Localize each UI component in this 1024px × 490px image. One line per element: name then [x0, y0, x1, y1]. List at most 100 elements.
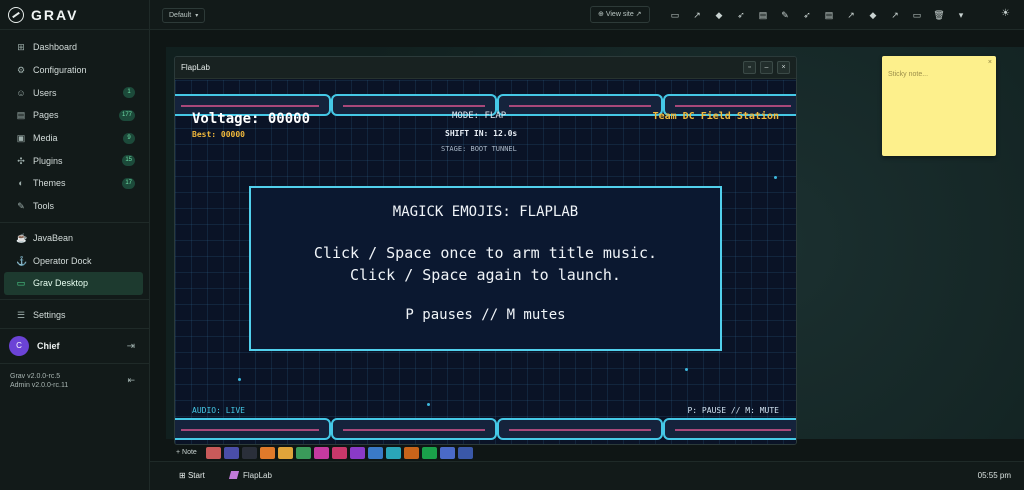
- logo-text: GRAV: [31, 6, 79, 23]
- version-info: Grav v2.0.0-rc.5 Admin v2.0.0-rc.11 ⇤: [0, 364, 149, 398]
- tunnel-bottom: [175, 418, 796, 440]
- desktop-icon: ▭: [16, 278, 26, 289]
- particle: [685, 368, 688, 371]
- monitor-icon[interactable]: ▭: [910, 8, 924, 22]
- tunnel-segment: [663, 418, 796, 440]
- settings-icon: ☰: [16, 309, 26, 320]
- best-score: Best: 00000: [192, 130, 245, 139]
- sidebar-item-dashboard[interactable]: ⊞ Dashboard: [4, 36, 143, 59]
- dialog-line-2: Click / Space again to launch.: [350, 266, 621, 284]
- color-swatch[interactable]: [277, 446, 293, 459]
- server-icon[interactable]: ▤: [756, 8, 770, 22]
- rocket-icon[interactable]: ➶: [734, 8, 748, 22]
- stage-label: STAGE: BOOT TUNNEL: [441, 145, 517, 153]
- environment-select[interactable]: Default ▾: [162, 8, 206, 23]
- color-swatch[interactable]: [313, 446, 329, 459]
- pages-icon: ▤: [16, 110, 26, 121]
- trash-icon[interactable]: 🗑: [932, 8, 946, 22]
- theme-toggle-icon[interactable]: ☀: [1001, 8, 1010, 19]
- sidebar-item-settings[interactable]: ☰ Settings: [4, 304, 143, 327]
- wrench-icon: ✎: [17, 201, 25, 212]
- sidebar-item-javabean[interactable]: ☕ JavaBean: [4, 227, 143, 250]
- chevron-down-icon: ▾: [195, 13, 199, 19]
- sticky-note-text[interactable]: Sticky note...: [888, 71, 928, 78]
- external-link-icon[interactable]: ↗: [844, 8, 858, 22]
- color-swatch[interactable]: [259, 446, 275, 459]
- restore-button[interactable]: ▫: [743, 61, 756, 74]
- color-swatch[interactable]: [367, 446, 383, 459]
- logo[interactable]: GRAV: [0, 0, 149, 30]
- color-swatch[interactable]: [331, 446, 347, 459]
- title-dialog[interactable]: MAGICK EMOJIS: FLAPLAB Click / Space onc…: [249, 186, 722, 351]
- close-icon[interactable]: ×: [988, 59, 992, 66]
- color-swatch[interactable]: [295, 446, 311, 459]
- view-site-button[interactable]: ⊕ View site ↗: [590, 6, 650, 23]
- game-canvas[interactable]: Voltage: 00000 Best: 00000 MODE: FLAP Te…: [175, 80, 796, 444]
- minimize-button[interactable]: –: [760, 61, 773, 74]
- external-link-icon[interactable]: ↗: [690, 8, 704, 22]
- sidebar-item-media[interactable]: ▣ Media 9: [4, 127, 143, 150]
- themes-count-badge: 17: [122, 178, 135, 190]
- monitor-icon[interactable]: ▭: [668, 8, 682, 22]
- window-titlebar[interactable]: FlapLab ▫ – ×: [175, 57, 796, 79]
- tunnel-segment: [497, 94, 663, 116]
- close-button[interactable]: ×: [777, 61, 790, 74]
- audio-status: AUDIO: LIVE: [192, 406, 245, 415]
- sidebar-item-tools[interactable]: ✎ Tools: [4, 195, 143, 218]
- rocket-icon[interactable]: ➶: [800, 8, 814, 22]
- controls-hint: P: PAUSE // M: MUTE: [687, 406, 779, 415]
- external-link-icon[interactable]: ↗: [888, 8, 902, 22]
- plugins-count-badge: 15: [122, 155, 135, 167]
- topbar: Default ▾ ⊕ View site ↗ ▭ ↗ ◆ ➶ ▤ ✎ ➶ ▤ ↗…: [150, 0, 1024, 30]
- sidebar-item-plugins[interactable]: ✣ Plugins 15: [4, 149, 143, 172]
- color-swatch[interactable]: [349, 446, 365, 459]
- media-count-badge: 9: [123, 132, 135, 144]
- particle: [427, 403, 430, 406]
- server-icon[interactable]: ▤: [822, 8, 836, 22]
- color-swatch[interactable]: [457, 446, 473, 459]
- add-note-button[interactable]: + Note: [176, 449, 197, 456]
- sidebar-item-pages[interactable]: ▤ Pages 177: [4, 104, 143, 127]
- graduation-cap-icon[interactable]: ◆: [712, 8, 726, 22]
- color-swatch[interactable]: [421, 446, 437, 459]
- sidebar-item-grav-desktop[interactable]: ▭ Grav Desktop: [4, 271, 143, 295]
- logout-icon[interactable]: ⇥: [127, 341, 135, 352]
- color-swatch[interactable]: [403, 446, 419, 459]
- media-icon: ▣: [16, 133, 26, 144]
- plugin-icon: ✣: [17, 155, 25, 166]
- graduation-cap-icon[interactable]: ◆: [866, 8, 880, 22]
- user-menu[interactable]: C Chief ⇥: [0, 328, 149, 365]
- external-link-icon: ↗: [635, 11, 642, 18]
- globe-icon: ⊕: [598, 11, 604, 18]
- tunnel-segment: [497, 418, 663, 440]
- toolbar-icons: ▭ ↗ ◆ ➶ ▤ ✎ ➶ ▤ ↗ ◆ ↗ ▭ 🗑 ▾: [668, 8, 968, 22]
- sidebar-nav: ⊞ Dashboard ⚙ Configuration ☺ Users 1 ▤ Pages…: [0, 30, 149, 326]
- chevron-down-icon[interactable]: ▾: [954, 8, 968, 22]
- brush-icon[interactable]: ✎: [778, 8, 792, 22]
- sidebar-item-themes[interactable]: ◐ Themes 17: [4, 172, 143, 195]
- color-swatch[interactable]: [205, 446, 221, 459]
- color-swatch[interactable]: [223, 446, 239, 459]
- shift-timer: SHIFT IN: 12.0s: [445, 129, 518, 138]
- collapse-sidebar-icon[interactable]: ⇤: [127, 376, 135, 385]
- color-swatch[interactable]: [385, 446, 401, 459]
- palette-icon: ◐: [18, 178, 24, 189]
- window-controls: ▫ – ×: [743, 61, 790, 74]
- window-title: FlapLab: [181, 63, 210, 72]
- pages-count-badge: 177: [118, 110, 135, 122]
- taskbar: ⊞ Start FlapLab 05:55 pm: [150, 461, 1024, 490]
- color-swatch[interactable]: [439, 446, 455, 459]
- particle: [238, 378, 241, 381]
- sticky-note[interactable]: × Sticky note...: [882, 56, 996, 156]
- clock: 05:55 pm: [977, 471, 1011, 480]
- sidebar-divider: [0, 221, 149, 223]
- color-swatch[interactable]: [241, 446, 257, 459]
- sidebar-item-users[interactable]: ☺ Users 1: [4, 81, 143, 104]
- tunnel-segment: [331, 418, 497, 440]
- sidebar-divider: [0, 298, 149, 300]
- sidebar-item-operator-dock[interactable]: ⚓ Operator Dock: [4, 249, 143, 272]
- start-button[interactable]: ⊞ Start: [179, 471, 205, 480]
- color-palette: + Note: [176, 446, 473, 459]
- taskbar-item-flaplab[interactable]: FlapLab: [228, 471, 272, 480]
- sidebar-item-configuration[interactable]: ⚙ Configuration: [4, 59, 143, 82]
